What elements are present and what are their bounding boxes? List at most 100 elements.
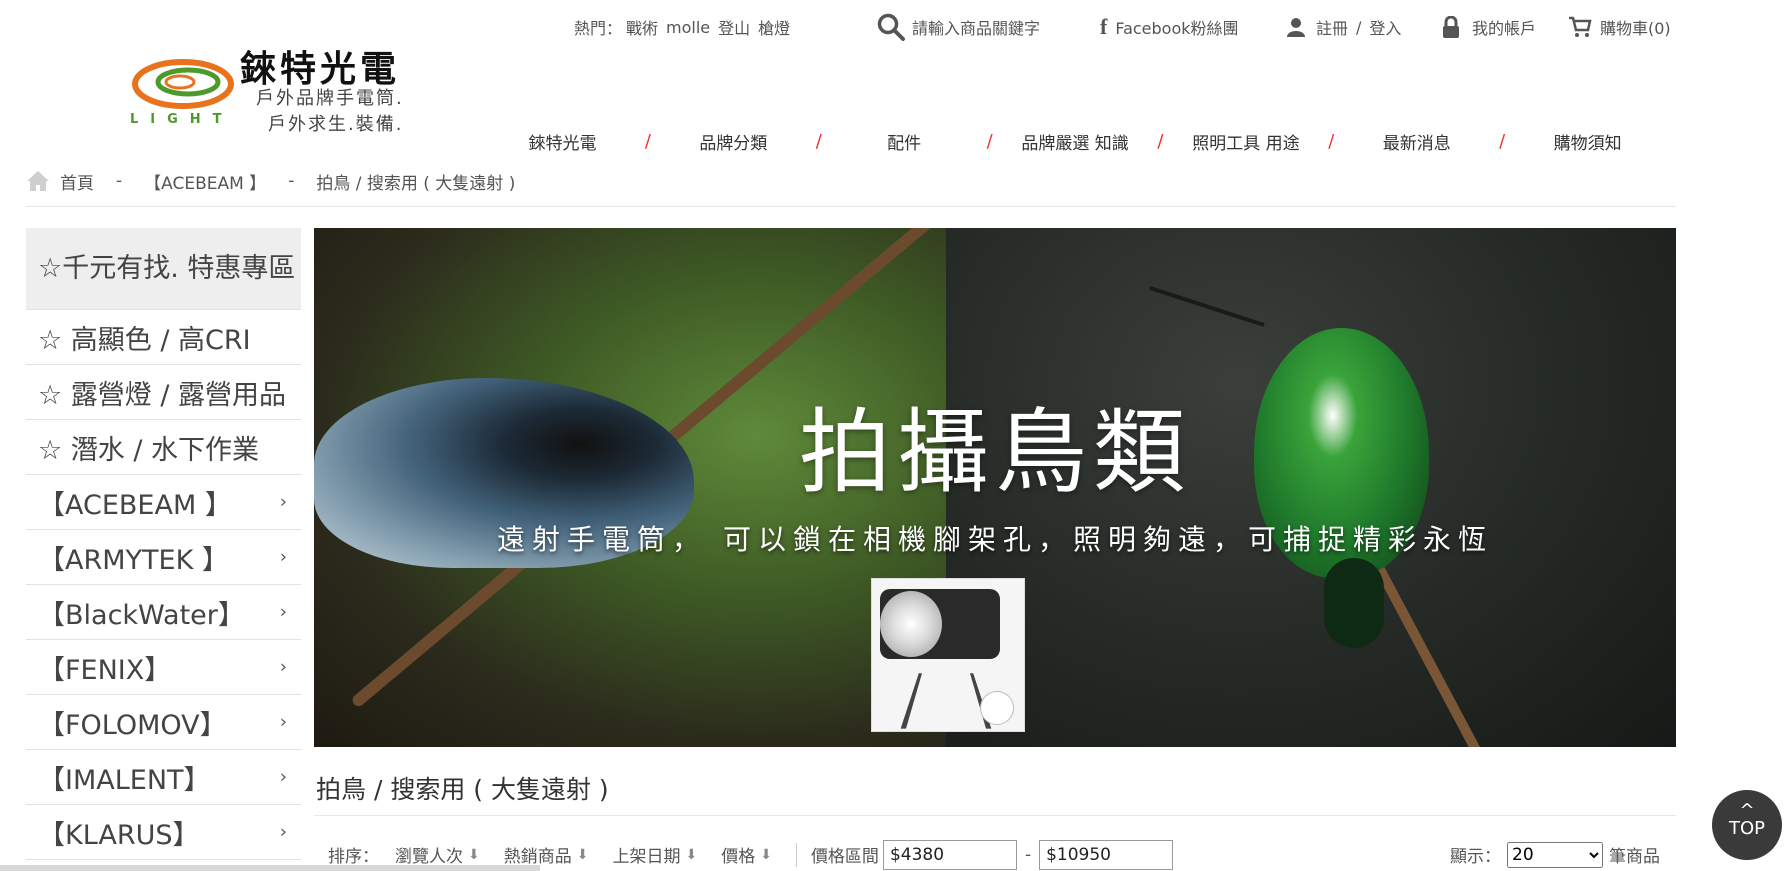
member-slash: / [1356, 17, 1362, 37]
sort-option-label: 瀏覽人次 [395, 847, 463, 867]
brand-logo-word: LIGHT [130, 112, 234, 127]
nav-separator: / [1157, 130, 1164, 152]
sidebar-item-label: ☆ 潛水 / 水下作業 [38, 434, 260, 466]
nav-item-news[interactable]: 最新消息 [1359, 129, 1474, 154]
account-link[interactable]: 我的帳戶 [1442, 14, 1536, 40]
divider [26, 206, 1676, 207]
arrow-down-icon: ⬇ [760, 846, 772, 863]
sort-views[interactable]: 瀏覽人次 ⬇ [395, 842, 480, 868]
brand-tagline-2: 戶外求生.裝備. [268, 114, 404, 135]
cart-icon [1569, 16, 1592, 37]
sidebar-item-label: 【KLARUS】 [38, 819, 200, 851]
cart-link[interactable]: 購物車(0) [1568, 14, 1671, 40]
sidebar-item-camping[interactable]: ☆ 露營燈 / 露營用品 [26, 365, 301, 420]
hummingbird-tail [1324, 558, 1384, 648]
page-title: 拍鳥 / 搜索用 ( 大隻遠射 ) [316, 775, 609, 804]
hot-keywords: 熱門： 戰術 molle 登山 槍燈 [574, 14, 790, 40]
sidebar-item-diving[interactable]: ☆ 潛水 / 水下作業 [26, 420, 301, 475]
chevron-right-icon: › [279, 711, 287, 733]
sort-option-label: 價格 [721, 847, 756, 867]
sidebar-item-fenix[interactable]: 【FENIX】 › [26, 640, 301, 695]
sort-date[interactable]: 上架日期 ⬇ [612, 842, 697, 868]
horizontal-scrollbar[interactable] [0, 865, 540, 871]
login-link[interactable]: 登入 [1369, 15, 1401, 39]
hot-link-tactical[interactable]: 戰術 [626, 15, 658, 39]
lock-icon [1443, 16, 1459, 38]
sidebar-item-high-cri[interactable]: ☆ 高顯色 / 高CRI [26, 310, 301, 365]
hot-link-climbing[interactable]: 登山 [718, 15, 750, 39]
banner-subtitle: 遠射手電筒， 可以鎖在相機腳架孔，照明夠遠，可捕捉精彩永恆 [497, 523, 1493, 556]
nav-separator: / [986, 130, 993, 152]
search-input[interactable]: 請輸入商品關鍵字 [912, 15, 1040, 39]
sidebar-item-folomov[interactable]: 【FOLOMOV】 › [26, 695, 301, 750]
sidebar-item-bargain[interactable]: ☆千元有找. 特惠專區 [26, 228, 301, 310]
flashlight-product-image [871, 578, 1025, 732]
main-nav: 錸特光電 / 品牌分類 / 配件 / 品牌嚴選 知識 / 照明工具 用途 / 最… [505, 126, 1645, 156]
sort-option-label: 熱銷商品 [503, 847, 572, 867]
price-range-label: 價格區間 [810, 847, 879, 867]
divider [795, 842, 797, 867]
breadcrumb-current: 拍鳥 / 搜索用 ( 大隻遠射 ) [316, 173, 516, 194]
sidebar-item-imalent[interactable]: 【IMALENT】 › [26, 750, 301, 805]
brand-tagline-1: 戶外品牌手電筒. [256, 88, 404, 109]
sort-price[interactable]: 價格 ⬇ [721, 842, 772, 868]
account-label: 我的帳戶 [1472, 19, 1537, 38]
sidebar-item-klarus[interactable]: 【KLARUS】 › [26, 805, 301, 860]
price-max-input[interactable] [1039, 839, 1174, 870]
sidebar-item-blackwater[interactable]: 【BlackWater】 › [26, 585, 301, 640]
sidebar-item-acebeam[interactable]: 【ACEBEAM 】 › [26, 475, 301, 530]
user-icon [1287, 18, 1305, 37]
display-suffix: 筆商品 [1609, 847, 1660, 867]
price-dash: - [1024, 844, 1032, 865]
search-box[interactable]: 請輸入商品關鍵字 [876, 12, 1040, 42]
breadcrumb-brand[interactable]: 【ACEBEAM 】 [144, 169, 266, 194]
cart-label: 購物車(0) [1600, 19, 1671, 38]
sort-label: 排序： [328, 847, 379, 867]
brand-logo[interactable]: 錸特光電 戶外品牌手電筒. 戶外求生.裝備. LIGHT [128, 40, 418, 135]
nav-item-about[interactable]: 錸特光電 [505, 129, 620, 154]
sidebar-item-label: 【ACEBEAM 】 [38, 489, 232, 521]
divider [314, 815, 1676, 816]
breadcrumb-home[interactable]: 首頁 [60, 169, 94, 194]
nav-item-knowledge[interactable]: 品牌嚴選 知識 [1018, 129, 1133, 154]
chevron-right-icon: › [279, 656, 287, 678]
facebook-link[interactable]: f Facebook粉絲團 [1100, 14, 1239, 40]
display-label: 顯示： [1450, 847, 1501, 867]
back-to-top-button[interactable]: ^ TOP [1712, 790, 1782, 860]
sidebar-item-armytek[interactable]: 【ARMYTEK 】 › [26, 530, 301, 585]
hot-link-molle[interactable]: molle [666, 18, 710, 37]
nav-separator: / [815, 130, 822, 152]
price-min-input[interactable] [882, 839, 1017, 870]
nav-separator: / [1328, 130, 1335, 152]
register-link[interactable]: 註冊 [1316, 15, 1348, 39]
sidebar-item-label: 【IMALENT】 [38, 764, 211, 796]
nav-item-uses[interactable]: 照明工具 用途 [1188, 129, 1303, 154]
nav-separator: / [644, 130, 651, 152]
flashlight-lens [880, 591, 942, 657]
hot-link-weapon-light[interactable]: 槍燈 [758, 15, 790, 39]
tripod-legs [900, 673, 992, 729]
chevron-right-icon: › [279, 766, 287, 788]
nav-item-shopping-info[interactable]: 購物須知 [1530, 129, 1645, 154]
breadcrumb: 首頁 - 【ACEBEAM 】 - 拍鳥 / 搜索用 ( 大隻遠射 ) [26, 168, 515, 194]
back-to-top-label: TOP [1728, 818, 1766, 839]
arrow-down-icon: ⬇ [468, 846, 480, 863]
banner-title: 拍攝鳥類 [798, 399, 1191, 506]
category-sidebar: ☆千元有找. 特惠專區 ☆ 高顯色 / 高CRI ☆ 露營燈 / 露營用品 ☆ … [26, 228, 301, 860]
chevron-right-icon: › [279, 601, 287, 623]
breadcrumb-sep: - [116, 171, 123, 191]
breadcrumb-sep: - [288, 171, 295, 191]
page-size-select[interactable]: 20 [1507, 841, 1603, 868]
facebook-icon: f [1100, 14, 1108, 39]
nav-item-accessories[interactable]: 配件 [847, 129, 962, 154]
facebook-label: Facebook粉絲團 [1115, 19, 1239, 38]
hot-label: 熱門： [574, 19, 623, 38]
nav-item-brands[interactable]: 品牌分類 [676, 129, 791, 154]
sort-bestseller[interactable]: 熱銷商品 ⬇ [503, 842, 589, 868]
arrow-down-icon: ⬇ [576, 846, 589, 863]
search-icon[interactable] [876, 12, 906, 42]
sidebar-item-label: 【FOLOMOV】 [38, 709, 227, 741]
sidebar-item-label: ☆ 高顯色 / 高CRI [38, 324, 251, 356]
chevron-right-icon: › [279, 491, 287, 513]
home-icon[interactable] [26, 170, 50, 192]
